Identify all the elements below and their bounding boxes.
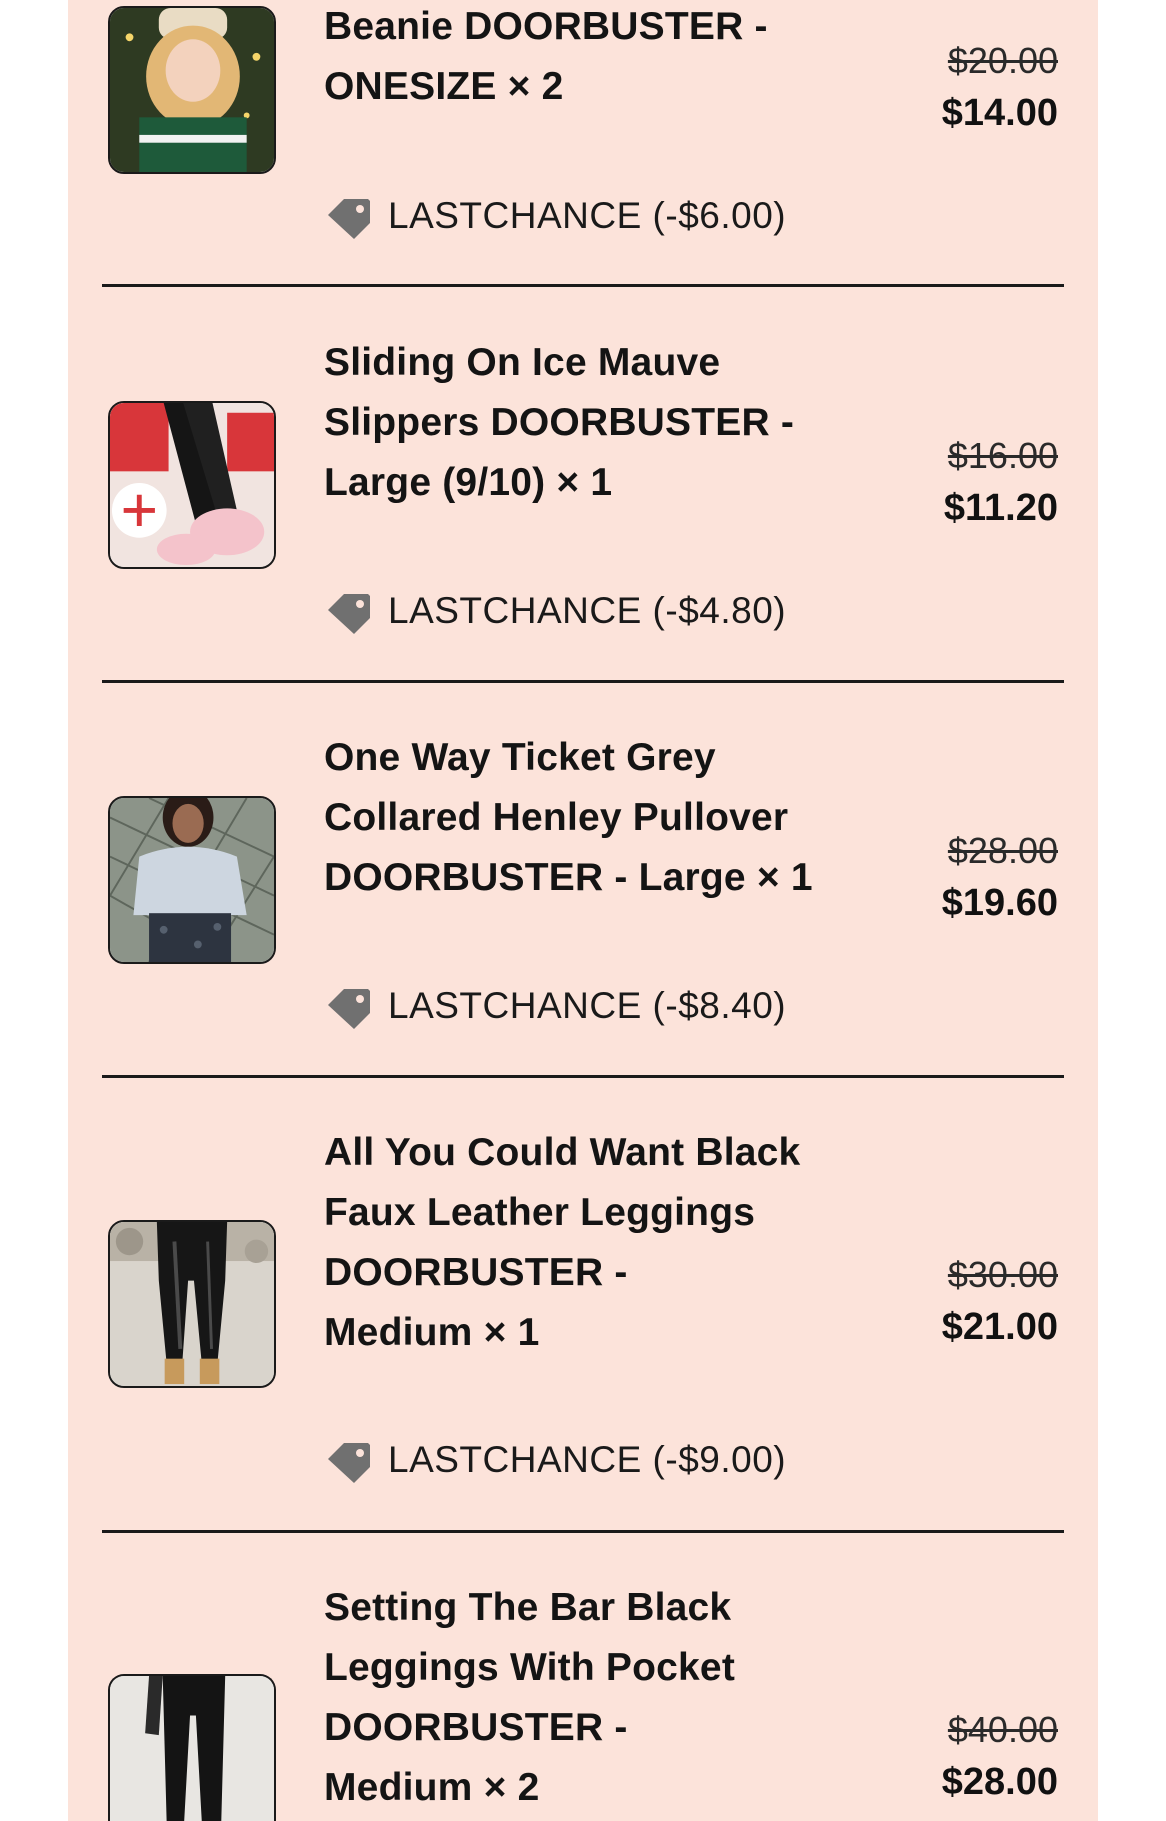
product-title[interactable]: All You Could Want Black Faux Leather Le… (324, 1123, 884, 1363)
discount-label: LASTCHANCE (-$6.00) (388, 195, 787, 236)
original-price: $16.00 (947, 435, 1058, 476)
discount-label: LASTCHANCE (-$8.40) (388, 985, 787, 1026)
discount-label: LASTCHANCE (-$9.00) (388, 1439, 787, 1480)
beanie-product-photo (110, 8, 274, 172)
tag-icon (328, 1443, 370, 1483)
original-price: $40.00 (947, 1709, 1058, 1750)
product-title[interactable]: Beanie DOORBUSTER - ONESIZE × 2 (324, 0, 884, 117)
sale-price: $21.00 (941, 1306, 1058, 1348)
discount-label: LASTCHANCE (-$4.80) (388, 590, 787, 631)
original-price: $28.00 (947, 830, 1058, 871)
product-title-text: Sliding On Ice Mauve Slippers DOORBUSTER… (324, 341, 795, 504)
sale-price: $11.20 (943, 487, 1058, 529)
product-title-text: Setting The Bar Black Leggings With Pock… (324, 1586, 736, 1809)
price-block: $16.00 $11.20 (858, 430, 1058, 534)
tag-icon (328, 989, 370, 1029)
price-block: $40.00 $28.00 (858, 1704, 1058, 1808)
product-thumbnail[interactable] (108, 1220, 276, 1388)
product-title[interactable]: One Way Ticket Grey Collared Henley Pull… (324, 728, 884, 908)
product-thumbnail[interactable] (108, 6, 276, 174)
item-divider (102, 680, 1064, 683)
sale-price: $19.60 (941, 882, 1058, 924)
tag-icon (328, 199, 370, 239)
leather-leggings-product-photo (110, 1222, 274, 1386)
pullover-product-photo (110, 798, 274, 962)
original-price: $30.00 (947, 1254, 1058, 1295)
product-thumbnail[interactable] (108, 1674, 276, 1821)
discount-code: LASTCHANCE (-$9.00) (324, 1433, 786, 1487)
pocket-leggings-product-photo (110, 1676, 274, 1821)
price-block: $28.00 $19.60 (858, 825, 1058, 929)
product-title-text: All You Could Want Black Faux Leather Le… (324, 1131, 801, 1354)
item-divider (102, 284, 1064, 287)
tag-icon (328, 594, 370, 634)
original-price: $20.00 (947, 40, 1058, 81)
product-thumbnail[interactable] (108, 796, 276, 964)
slippers-product-photo (110, 403, 274, 567)
product-title[interactable]: Setting The Bar Black Leggings With Pock… (324, 1578, 884, 1818)
item-divider (102, 1075, 1064, 1078)
order-summary-panel: Beanie DOORBUSTER - ONESIZE × 2 $20.00 $… (68, 0, 1098, 1821)
product-title-text: One Way Ticket Grey Collared Henley Pull… (324, 736, 813, 899)
price-block: $20.00 $14.00 (858, 35, 1058, 139)
price-block: $30.00 $21.00 (858, 1249, 1058, 1353)
product-thumbnail[interactable] (108, 401, 276, 569)
sale-price: $28.00 (941, 1761, 1058, 1803)
product-title-text: Beanie DOORBUSTER - ONESIZE × 2 (324, 5, 768, 108)
product-title[interactable]: Sliding On Ice Mauve Slippers DOORBUSTER… (324, 333, 884, 513)
sale-price: $14.00 (941, 92, 1058, 134)
discount-code: LASTCHANCE (-$4.80) (324, 584, 786, 638)
discount-code: LASTCHANCE (-$8.40) (324, 979, 786, 1033)
item-divider (102, 1530, 1064, 1533)
discount-code: LASTCHANCE (-$6.00) (324, 189, 786, 243)
